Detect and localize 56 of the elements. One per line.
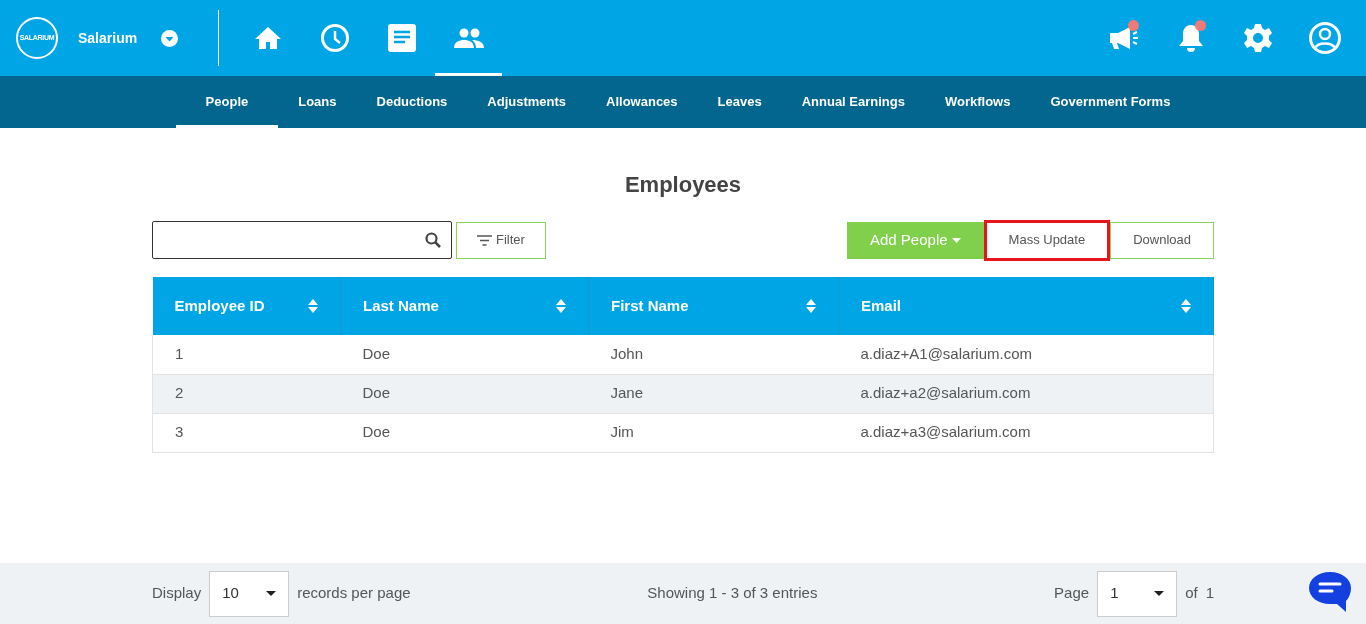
sort-icon[interactable] xyxy=(806,299,816,313)
action-button[interactable]: Mass Update xyxy=(985,221,1109,259)
table-cell: 3 xyxy=(175,423,184,441)
sort-icon[interactable] xyxy=(308,299,318,313)
caret-icon xyxy=(951,237,961,243)
table-cell: a.diaz+a3@salarium.com xyxy=(860,423,1031,441)
settings-icon xyxy=(1242,23,1273,53)
select-field[interactable]: 10 xyxy=(209,570,290,617)
filter-button[interactable]: Filter xyxy=(456,221,546,259)
page-title: Employees xyxy=(623,171,743,199)
filter-icon xyxy=(477,234,492,246)
megaphone-icon xyxy=(1108,26,1139,50)
footer-label: Page xyxy=(1054,583,1090,604)
footer-label: of xyxy=(1185,583,1198,604)
nav-tab[interactable]: Loans xyxy=(278,76,357,128)
table-cell: Doe xyxy=(362,423,391,441)
table-cell: John xyxy=(610,345,644,362)
select-value: 1 xyxy=(1110,583,1119,604)
user-icon xyxy=(1308,22,1341,54)
caret-icon xyxy=(266,591,277,596)
chat-button[interactable] xyxy=(1306,569,1354,615)
table-cell: 1 xyxy=(175,345,184,362)
table-cell: Jane xyxy=(610,384,644,402)
footer-label: 1 xyxy=(1205,583,1214,604)
caret-icon xyxy=(1154,591,1165,596)
search-field[interactable] xyxy=(152,221,452,259)
nav-tab[interactable]: Leaves xyxy=(697,76,782,128)
select-value: 10 xyxy=(222,583,239,604)
action-button[interactable]: Download xyxy=(1110,221,1214,259)
brand-name: Salarium xyxy=(78,28,138,48)
footer-label: records per page xyxy=(297,583,411,604)
table-cell: Jim xyxy=(610,423,634,441)
people-icon xyxy=(453,27,484,48)
bell-icon xyxy=(1177,24,1204,52)
select-field[interactable]: 1 xyxy=(1097,570,1178,617)
nav-tab[interactable]: Deductions xyxy=(356,76,468,128)
dropdown-icon[interactable] xyxy=(161,29,179,47)
nav-tab[interactable]: Allowances xyxy=(586,76,698,128)
search-icon xyxy=(425,232,441,248)
table-cell: Doe xyxy=(362,384,391,402)
nav-tab[interactable]: Government Forms xyxy=(1030,76,1191,128)
nav-tab[interactable]: Workflows xyxy=(924,76,1031,128)
sort-icon[interactable] xyxy=(1181,299,1191,313)
entries-count: Showing 1 - 3 of 3 entries xyxy=(647,584,818,602)
nav-tab[interactable]: Adjustments xyxy=(467,76,587,128)
table-cell: Doe xyxy=(362,345,391,362)
nav-tab[interactable]: People xyxy=(175,76,279,128)
document-icon xyxy=(387,23,416,52)
clock-icon xyxy=(319,22,350,53)
table-cell: a.diaz+A1@salarium.com xyxy=(860,345,1033,362)
nav-tab[interactable]: Annual Earnings xyxy=(781,76,925,128)
table-cell: a.diaz+a2@salarium.com xyxy=(860,384,1031,402)
home-icon xyxy=(253,25,282,50)
table-cell: 2 xyxy=(175,384,184,402)
sort-icon[interactable] xyxy=(556,299,566,313)
footer-label: Display xyxy=(152,583,202,604)
